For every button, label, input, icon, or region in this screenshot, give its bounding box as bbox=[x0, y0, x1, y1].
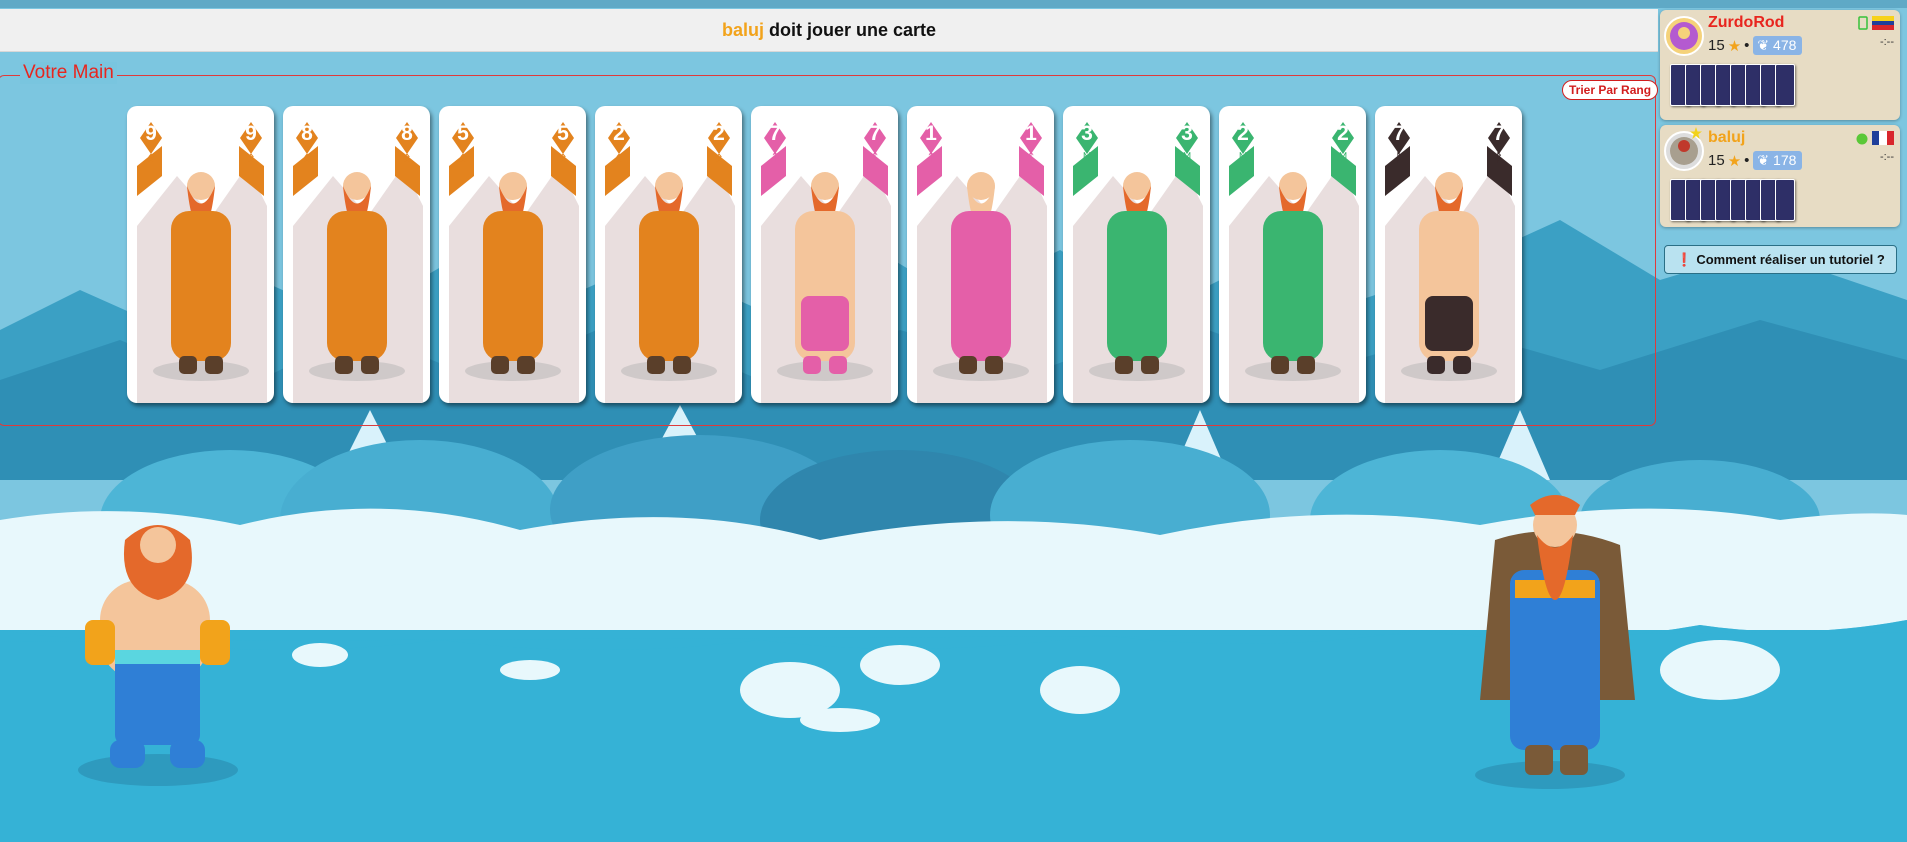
laurel-icon: ❦ bbox=[1757, 37, 1770, 53]
card-rank: 2 bbox=[708, 122, 730, 154]
hand-card[interactable]: 2ᛞ2ᛞ bbox=[1219, 106, 1366, 403]
card-rune-icon: ᛟ bbox=[559, 152, 567, 164]
card-rank: 7 bbox=[764, 122, 786, 154]
card-rank: 9 bbox=[140, 122, 162, 154]
card-rune-icon: ᛒ bbox=[1395, 152, 1403, 164]
star-icon: ★ bbox=[1727, 152, 1742, 170]
card-rank: 7 bbox=[1488, 122, 1510, 154]
hand-card[interactable]: 9ᛟ9ᛟ bbox=[127, 106, 274, 403]
card-rank: 5 bbox=[552, 122, 574, 154]
hand-card[interactable]: 7ᛒ7ᛒ bbox=[1375, 106, 1522, 403]
card-rank: 3 bbox=[1076, 122, 1098, 154]
hand-card[interactable]: 1ᛏ1ᛏ bbox=[907, 106, 1054, 403]
card-rank: 1 bbox=[1020, 122, 1042, 154]
separator-dot: • bbox=[1744, 152, 1750, 169]
player-elo: 478 bbox=[1773, 37, 1797, 53]
status-message: doit jouer une carte bbox=[768, 19, 937, 40]
player-score: 15 bbox=[1708, 152, 1725, 169]
card-rune-icon: ᛞ bbox=[1083, 152, 1091, 164]
player-panel-baluj: baluj 15 ★ • ❦ 178 -:-- bbox=[1660, 125, 1900, 227]
card-rank: 7 bbox=[864, 122, 886, 154]
card-rune-icon: ᛒ bbox=[1495, 152, 1503, 164]
card-rune-icon: ᛟ bbox=[247, 152, 255, 164]
player-score-row: 15 ★ • ❦ 478 bbox=[1708, 36, 1803, 55]
card-rune-icon: ᛏ bbox=[927, 152, 935, 164]
tutorial-button[interactable]: ❗ Comment réaliser un tutoriel ? bbox=[1664, 245, 1897, 274]
card-rank: 8 bbox=[396, 122, 418, 154]
card-rank: 2 bbox=[1232, 122, 1254, 154]
hand-card[interactable]: 5ᛟ5ᛟ bbox=[439, 106, 586, 403]
france-flag bbox=[1872, 131, 1894, 145]
hand-card[interactable]: 7ᛏ7ᛏ bbox=[751, 106, 898, 403]
player-clock: -:-- bbox=[1879, 36, 1894, 48]
laurel-icon: ❦ bbox=[1757, 152, 1770, 168]
player-score: 15 bbox=[1708, 37, 1725, 54]
card-back bbox=[1775, 179, 1795, 221]
card-rune-icon: ᛟ bbox=[459, 152, 467, 164]
online-status-icon bbox=[1856, 133, 1868, 145]
phone-icon bbox=[1858, 16, 1868, 30]
player-name[interactable]: ZurdoRod bbox=[1708, 14, 1784, 32]
player-name[interactable]: baluj bbox=[1708, 129, 1745, 147]
card-rune-icon: ᛞ bbox=[1339, 152, 1347, 164]
card-rank: 9 bbox=[240, 122, 262, 154]
hand-title: Votre Main bbox=[20, 62, 117, 84]
sort-by-rank-button[interactable]: Trier Par Rang bbox=[1562, 80, 1659, 100]
card-rune-icon: ᛟ bbox=[615, 152, 623, 164]
elo-badge: ❦ 178 bbox=[1753, 151, 1803, 170]
elo-badge: ❦ 478 bbox=[1753, 36, 1803, 55]
active-player-name: baluj bbox=[721, 19, 764, 40]
card-rank: 5 bbox=[452, 122, 474, 154]
card-rune-icon: ᛟ bbox=[715, 152, 723, 164]
player-elo: 178 bbox=[1773, 152, 1797, 168]
premium-star-icon bbox=[1690, 127, 1702, 139]
card-back bbox=[1775, 64, 1795, 106]
info-icon: ❗ bbox=[1676, 251, 1693, 267]
card-rune-icon: ᛟ bbox=[147, 152, 155, 164]
card-rank: 1 bbox=[920, 122, 942, 154]
card-rune-icon: ᛞ bbox=[1183, 152, 1191, 164]
hand-card[interactable]: 3ᛞ3ᛞ bbox=[1063, 106, 1210, 403]
card-rune-icon: ᛟ bbox=[403, 152, 411, 164]
player-score-row: 15 ★ • ❦ 178 bbox=[1708, 151, 1803, 170]
card-rune-icon: ᛏ bbox=[771, 152, 779, 164]
player-panel-zurdorod: ZurdoRod 15 ★ • ❦ 478 -:-- bbox=[1660, 10, 1900, 120]
card-rank: 7 bbox=[1388, 122, 1410, 154]
star-icon: ★ bbox=[1727, 37, 1742, 55]
hand-card[interactable]: 2ᛟ2ᛟ bbox=[595, 106, 742, 403]
card-rune-icon: ᛏ bbox=[1027, 152, 1035, 164]
card-rank: 3 bbox=[1176, 122, 1198, 154]
game-status-bar: baluj doit jouer une carte bbox=[0, 9, 1658, 52]
card-rune-icon: ᛏ bbox=[871, 152, 879, 164]
card-rank: 2 bbox=[1332, 122, 1354, 154]
separator-dot: • bbox=[1744, 37, 1750, 54]
tutorial-button-label: Comment réaliser un tutoriel ? bbox=[1696, 252, 1885, 267]
hand-card[interactable]: 8ᛟ8ᛟ bbox=[283, 106, 430, 403]
player-avatar bbox=[1664, 16, 1704, 56]
card-rank: 8 bbox=[296, 122, 318, 154]
player-clock: -:-- bbox=[1879, 151, 1894, 163]
card-rune-icon: ᛞ bbox=[1239, 152, 1247, 164]
card-rune-icon: ᛟ bbox=[303, 152, 311, 164]
card-rank: 2 bbox=[608, 122, 630, 154]
venezuela-flag bbox=[1872, 16, 1894, 30]
